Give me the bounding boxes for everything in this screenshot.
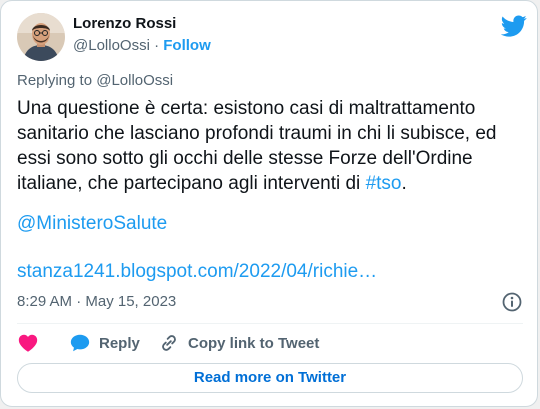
author-handle-line: @LolloOssi · Follow <box>73 37 211 54</box>
tweet-text: Una questione è certa: esistono casi di … <box>17 96 523 196</box>
info-icon[interactable] <box>501 291 523 313</box>
heart-icon <box>18 334 38 352</box>
divider <box>17 323 523 324</box>
reply-context: Replying to @LolloOssi <box>17 72 174 89</box>
mention-link[interactable]: @MinisteroSalute <box>17 213 167 235</box>
avatar[interactable] <box>17 13 65 61</box>
copy-link-button[interactable]: Copy link to Tweet <box>158 332 319 354</box>
follow-button[interactable]: Follow <box>163 37 211 54</box>
reply-label: Reply <box>99 334 140 352</box>
author-handle[interactable]: @LolloOssi <box>73 37 150 54</box>
tweet-body-end: . <box>401 173 407 194</box>
copy-link-label: Copy link to Tweet <box>188 334 320 352</box>
link-icon <box>162 335 176 351</box>
author-name[interactable]: Lorenzo Rossi <box>73 15 176 32</box>
tweet-body: Una questione è certa: esistono casi di … <box>17 98 497 194</box>
speech-bubble-icon <box>70 334 90 352</box>
hashtag-link[interactable]: #tso <box>366 173 402 194</box>
handle-separator: · <box>154 37 160 54</box>
read-more-button[interactable]: Read more on Twitter <box>17 363 523 393</box>
reply-button[interactable]: Reply <box>69 332 140 354</box>
url-link[interactable]: stanza1241.blogspot.com/2022/04/richie… <box>17 261 377 283</box>
twitter-bird-icon[interactable] <box>500 13 527 39</box>
timestamp[interactable]: 8:29 AM · May 15, 2023 <box>17 293 176 310</box>
like-button[interactable] <box>17 332 47 354</box>
tweet-card: Lorenzo Rossi @LolloOssi · Follow Replyi… <box>0 0 538 407</box>
